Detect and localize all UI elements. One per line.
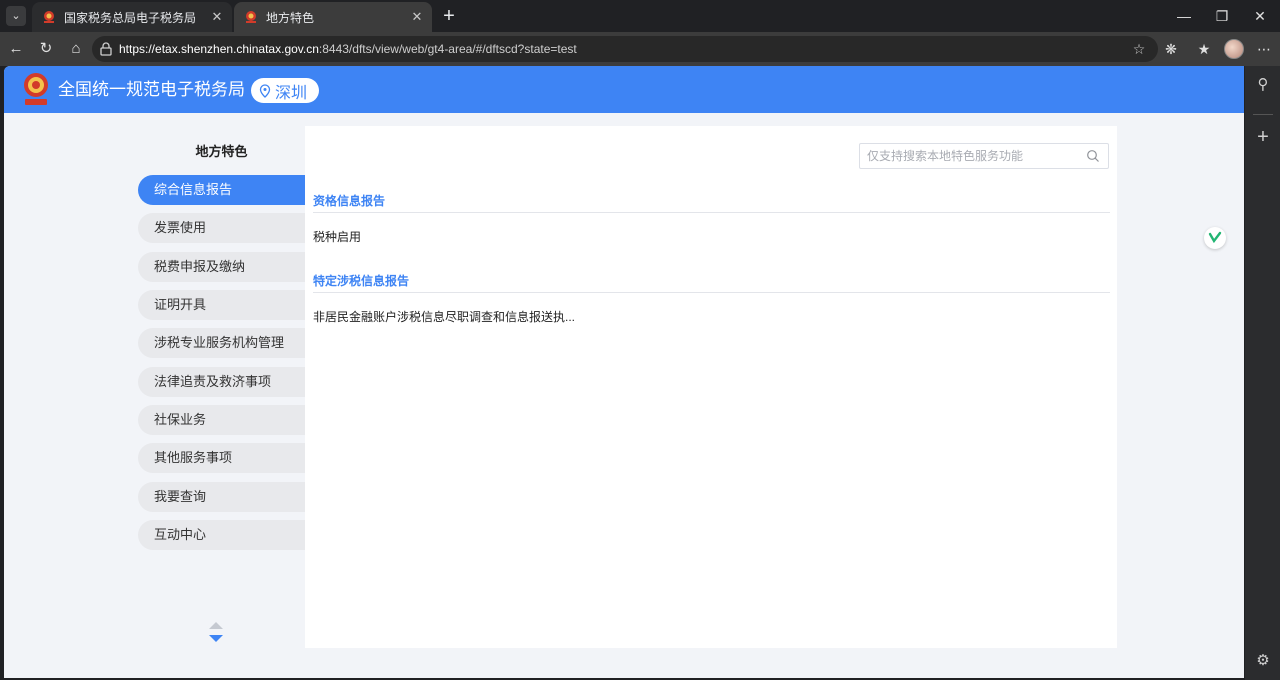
search-icon[interactable] [1086,149,1100,163]
site-title: 全国统一规范电子税务局 [58,80,245,99]
star-icon[interactable]: ☆ [1130,40,1148,58]
sidebar-title: 地方特色 [195,144,248,159]
sidebar-divider [1253,114,1273,115]
location-pin-icon [259,83,271,98]
assistant-logo-icon [1208,231,1222,244]
favorites-icon[interactable]: ★ [1193,38,1215,60]
tab-etax-home[interactable]: 国家税务总局电子税务局 ✕ [32,2,232,32]
window-close-icon[interactable]: ✕ [1248,4,1272,28]
tax-emblem-favicon-icon [44,11,54,23]
page-viewport: 全国统一规范电子税务局 深圳 地方特色 综合信息报告 发票使用 税费申报及缴纳 … [4,66,1244,678]
add-icon[interactable]: + [1252,126,1274,148]
city-name: 深圳 [275,84,308,102]
new-tab-button[interactable]: + [438,5,460,27]
menu-scroll-arrows-icon[interactable] [208,620,224,646]
content-panel: 仅支持搜索本地特色服务功能 资格信息报告 税种启用 特定涉税信息报告 非居民金融… [305,126,1117,648]
tax-emblem-logo-icon[interactable] [22,72,50,108]
sidebar-item-invoice-use[interactable]: 发票使用 [138,213,305,243]
url-host: https://etax.shenzhen.chinatax.gov.cn [119,42,319,56]
sidebar-item-comprehensive-report[interactable]: 综合信息报告 [138,175,305,205]
sidebar-item-tax-agency-mgmt[interactable]: 涉税专业服务机构管理 [138,328,305,358]
home-icon[interactable]: ⌂ [65,38,87,60]
address-bar[interactable]: https://etax.shenzhen.chinatax.gov.cn:84… [92,36,1158,62]
extensions-icon[interactable]: ❋ [1160,38,1182,60]
city-selector[interactable]: 深圳 [251,78,320,103]
search-placeholder: 仅支持搜索本地特色服务功能 [867,149,1024,163]
reload-icon[interactable]: ↻ [35,38,57,60]
tax-emblem-favicon-icon [246,11,256,23]
sidebar-item-other-services[interactable]: 其他服务事项 [138,443,305,473]
sidebar-item-interaction[interactable]: 互动中心 [138,520,305,550]
sidebar-item-tax-declaration[interactable]: 税费申报及缴纳 [138,252,305,282]
more-menu-icon[interactable]: ⋯ [1253,38,1275,60]
tab-local-features[interactable]: 地方特色 ✕ [234,2,432,32]
tab-title: 地方特色 [266,10,315,25]
sidebar-item-certificate[interactable]: 证明开具 [138,290,305,320]
restore-icon[interactable]: ❐ [1210,4,1234,28]
gear-icon[interactable]: ⚙ [1252,650,1274,672]
profile-avatar[interactable] [1224,39,1244,59]
section-divider [313,212,1110,213]
search-input[interactable]: 仅支持搜索本地特色服务功能 [859,143,1109,169]
address-toolbar: ← ↻ ⌂ https://etax.shenzhen.chinatax.gov… [0,32,1280,66]
site-info-icon[interactable] [98,41,114,57]
search-icon[interactable]: ⚲ [1252,74,1274,96]
section-divider [313,292,1110,293]
service-link-nonresident-account[interactable]: 非居民金融账户涉税信息尽职调查和信息报送执... [313,308,575,325]
section-title-qualification: 资格信息报告 [313,194,386,208]
service-link-tax-type-enable[interactable]: 税种启用 [313,228,361,245]
back-arrow-icon[interactable]: ← [5,38,27,60]
site-header: 全国统一规范电子税务局 深圳 [4,66,1244,113]
tab-title: 国家税务总局电子税务局 [64,10,197,25]
close-tab-icon[interactable]: ✕ [408,8,426,26]
url-path: :8443/dfts/view/web/gt4-area/#/dftscd?st… [318,42,577,56]
browser-sidebar: ⚲ + ⚙ [1245,66,1280,680]
tab-strip: ⌄ 国家税务总局电子税务局 ✕ 地方特色 ✕ + — ❐ ✕ [0,0,1280,32]
tab-search-icon[interactable]: ⌄ [6,6,26,26]
sidebar-item-social-security[interactable]: 社保业务 [138,405,305,435]
url-text: https://etax.shenzhen.chinatax.gov.cn:84… [119,36,577,62]
floating-assistant-button[interactable] [1204,227,1226,249]
section-title-specific-report: 特定涉税信息报告 [313,274,410,288]
minimize-icon[interactable]: — [1172,4,1196,28]
sidebar-item-legal-relief[interactable]: 法律追责及救济事项 [138,367,305,397]
sidebar-item-query[interactable]: 我要查询 [138,482,305,512]
close-tab-icon[interactable]: ✕ [208,8,226,26]
